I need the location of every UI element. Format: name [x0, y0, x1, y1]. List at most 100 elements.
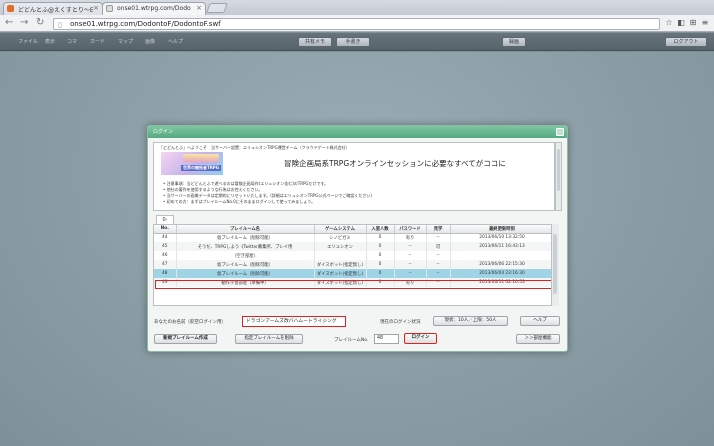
- logout-button[interactable]: ログアウト: [665, 37, 707, 47]
- tab-close-icon[interactable]: ×: [196, 4, 202, 12]
- list-item: 初めての方：まずはプレイルームNo.0にそのままログインして使ってみましょう。: [163, 199, 372, 205]
- login-status-button[interactable]: 現状：10人／上限：50人: [433, 316, 508, 326]
- cell-password: --: [394, 269, 427, 278]
- menu-piece[interactable]: コマ: [67, 38, 77, 45]
- header-room-name[interactable]: プレイルーム名: [176, 225, 315, 234]
- cell-no: 45: [154, 242, 177, 251]
- header-updated[interactable]: 最終更新時刻: [450, 225, 555, 234]
- cell-updated: 2013/06/04 23:16:30: [450, 269, 555, 278]
- header-password[interactable]: パスワード: [394, 225, 427, 234]
- table-row[interactable]: 45 そうだ、TRPGしよう《Twitter募集所、プレイ用 エリュシオン 0 …: [154, 242, 555, 251]
- cell-no: 48: [154, 269, 177, 278]
- header-game-system[interactable]: ゲームシステム: [314, 225, 367, 234]
- cell-no: 47: [154, 260, 177, 269]
- room-no-label: プレイルームNo.: [334, 338, 369, 343]
- url-text: onse01.wtrpg.com/DodontoF/DodontoF.swf: [70, 20, 221, 28]
- cell-no: 46: [154, 251, 177, 260]
- reload-icon[interactable]: ↻: [36, 17, 44, 29]
- menu-card[interactable]: カード: [90, 38, 105, 45]
- cell-updated: 2013/06/11 16:43:13: [450, 242, 555, 251]
- selection-highlight: [155, 280, 553, 289]
- table-row[interactable]: 44 仮プレイルーム（削除可能） シノビガミ 0 有り -- 2013/06/1…: [154, 233, 555, 242]
- forward-arrow-icon[interactable]: →: [20, 17, 28, 29]
- banner-logo: [183, 154, 219, 162]
- menu-image[interactable]: 画像: [145, 38, 155, 45]
- tab-lobby-0[interactable]: 0-: [156, 215, 174, 224]
- menu-view[interactable]: 表示: [45, 38, 55, 45]
- notice-list: 注意事項：当どどんとふで遊べるのは冒険企画局作(エリュシオン含む)のTRPGだけ…: [163, 181, 372, 205]
- room-table: No. プレイルーム名 ゲームシステム 入室人数 パスワード 見学 最終更新時刻…: [153, 224, 559, 306]
- cell-updated: [450, 251, 555, 260]
- tab-title: onse01.wtrpg.com/Dodo: [117, 5, 191, 12]
- cell-password: --: [394, 260, 427, 269]
- menu-icon[interactable]: ≡: [700, 18, 710, 28]
- tab-dodontof-site[interactable]: どどんとふ@えくすとり〜E ×: [3, 2, 103, 15]
- cell-name: （空き部屋）: [176, 251, 315, 260]
- cell-password: --: [394, 242, 427, 251]
- table-header-row: No. プレイルーム名 ゲームシステム 入室人数 パスワード 見学 最終更新時刻: [154, 225, 555, 234]
- table-row[interactable]: 46 （空き部屋） 0 -- --: [154, 251, 555, 260]
- cell-count: 0: [366, 269, 395, 278]
- cell-count: 0: [366, 260, 395, 269]
- page-icon: ▯: [58, 21, 62, 29]
- handwriting-button[interactable]: 手書き: [336, 37, 370, 47]
- record-button[interactable]: 録画: [502, 37, 526, 47]
- banner-text: 世界の開拓者TRPG: [181, 165, 222, 171]
- cell-system: ダイスボット(指定無し): [314, 269, 367, 278]
- page-favicon-icon: [106, 5, 113, 12]
- cell-name: 仮プレイルーム（削除可能）: [176, 260, 315, 269]
- cell-visit: 可: [426, 242, 451, 251]
- notice-headline: 冒険企画局系TRPGオンラインセッションに必要なすべてがココに: [284, 159, 506, 168]
- tab-title: どどんとふ@えくすとり〜E: [18, 7, 94, 14]
- shared-memo-button[interactable]: 共有メモ: [298, 37, 332, 47]
- welcome-text: 「どどんとふ」へようこそ 当サーバー設置：エリュシオンTRPG運営チーム（クラウ…: [159, 145, 350, 150]
- extension-icon[interactable]: ◧: [676, 18, 686, 28]
- cell-name: 仮プレイルーム（削除可能）: [176, 269, 315, 278]
- table-row-selected[interactable]: 48 仮プレイルーム（削除可能） ダイスボット(指定無し) 0 -- -- 20…: [154, 269, 555, 278]
- tab-swf-page[interactable]: onse01.wtrpg.com/Dodo ×: [102, 2, 206, 15]
- table-scrollbar[interactable]: [551, 224, 559, 306]
- room-functions-button[interactable]: ＞＞部屋機能: [516, 334, 560, 344]
- cell-updated: 2013/06/06 22:15:30: [450, 260, 555, 269]
- header-count[interactable]: 入室人数: [366, 225, 395, 234]
- cell-name: そうだ、TRPGしよう《Twitter募集所、プレイ用: [176, 242, 315, 251]
- cell-count: 0: [366, 251, 395, 260]
- menu-map[interactable]: マップ: [118, 38, 133, 45]
- notice-panel: 「どどんとふ」へようこそ 当サーバー設置：エリュシオンTRPG運営チーム（クラウ…: [153, 142, 555, 211]
- menu-help[interactable]: ヘルプ: [168, 38, 183, 45]
- cell-password: --: [394, 251, 427, 260]
- cell-visit: --: [426, 233, 451, 242]
- url-bar[interactable]: ▯ onse01.wtrpg.com/DodontoF/DodontoF.swf: [53, 18, 660, 30]
- tab-close-icon[interactable]: ×: [93, 4, 99, 12]
- cell-system: ダイスボット(指定無し): [314, 260, 367, 269]
- help-button[interactable]: ヘルプ: [520, 316, 560, 326]
- cell-updated: 2013/06/10 13:32:50: [450, 233, 555, 242]
- cell-count: 0: [366, 233, 395, 242]
- site-favicon-icon: [7, 5, 14, 12]
- dialog-title: ログイン: [148, 126, 567, 138]
- cell-system: エリュシオン: [314, 242, 367, 251]
- table-row[interactable]: 47 仮プレイルーム（削除可能） ダイスボット(指定無し) 0 -- -- 20…: [154, 260, 555, 269]
- cell-visit: --: [426, 269, 451, 278]
- cell-name: 仮プレイルーム（削除可能）: [176, 233, 315, 242]
- header-no[interactable]: No.: [154, 225, 177, 234]
- menu-file[interactable]: ファイル: [18, 38, 38, 45]
- banner-image: 世界の開拓者TRPG: [161, 152, 223, 175]
- name-label: あなたのお名前（航空ログイン用）: [154, 320, 226, 325]
- back-arrow-icon[interactable]: ←: [5, 17, 13, 29]
- status-label: 現在のログイン状況: [380, 320, 421, 325]
- login-button[interactable]: ログイン: [404, 333, 437, 344]
- star-icon[interactable]: ☆: [664, 18, 674, 28]
- name-input[interactable]: ドラゴンアームズ改バハムートライジング: [242, 316, 346, 327]
- notice-scrollbar[interactable]: [555, 142, 562, 211]
- dialog-close-icon[interactable]: [556, 128, 564, 136]
- header-visit[interactable]: 見学: [426, 225, 451, 234]
- create-room-button[interactable]: 新規プレイルーム作成: [154, 334, 217, 344]
- delete-room-button[interactable]: 指定プレイルームを削除: [235, 334, 303, 344]
- translate-icon[interactable]: ⊞: [688, 18, 698, 28]
- cell-system: シノビガミ: [314, 233, 367, 242]
- cell-password: 有り: [394, 233, 427, 242]
- room-number-input[interactable]: 48: [374, 334, 399, 344]
- new-tab-button[interactable]: [206, 3, 228, 13]
- cell-visit: --: [426, 260, 451, 269]
